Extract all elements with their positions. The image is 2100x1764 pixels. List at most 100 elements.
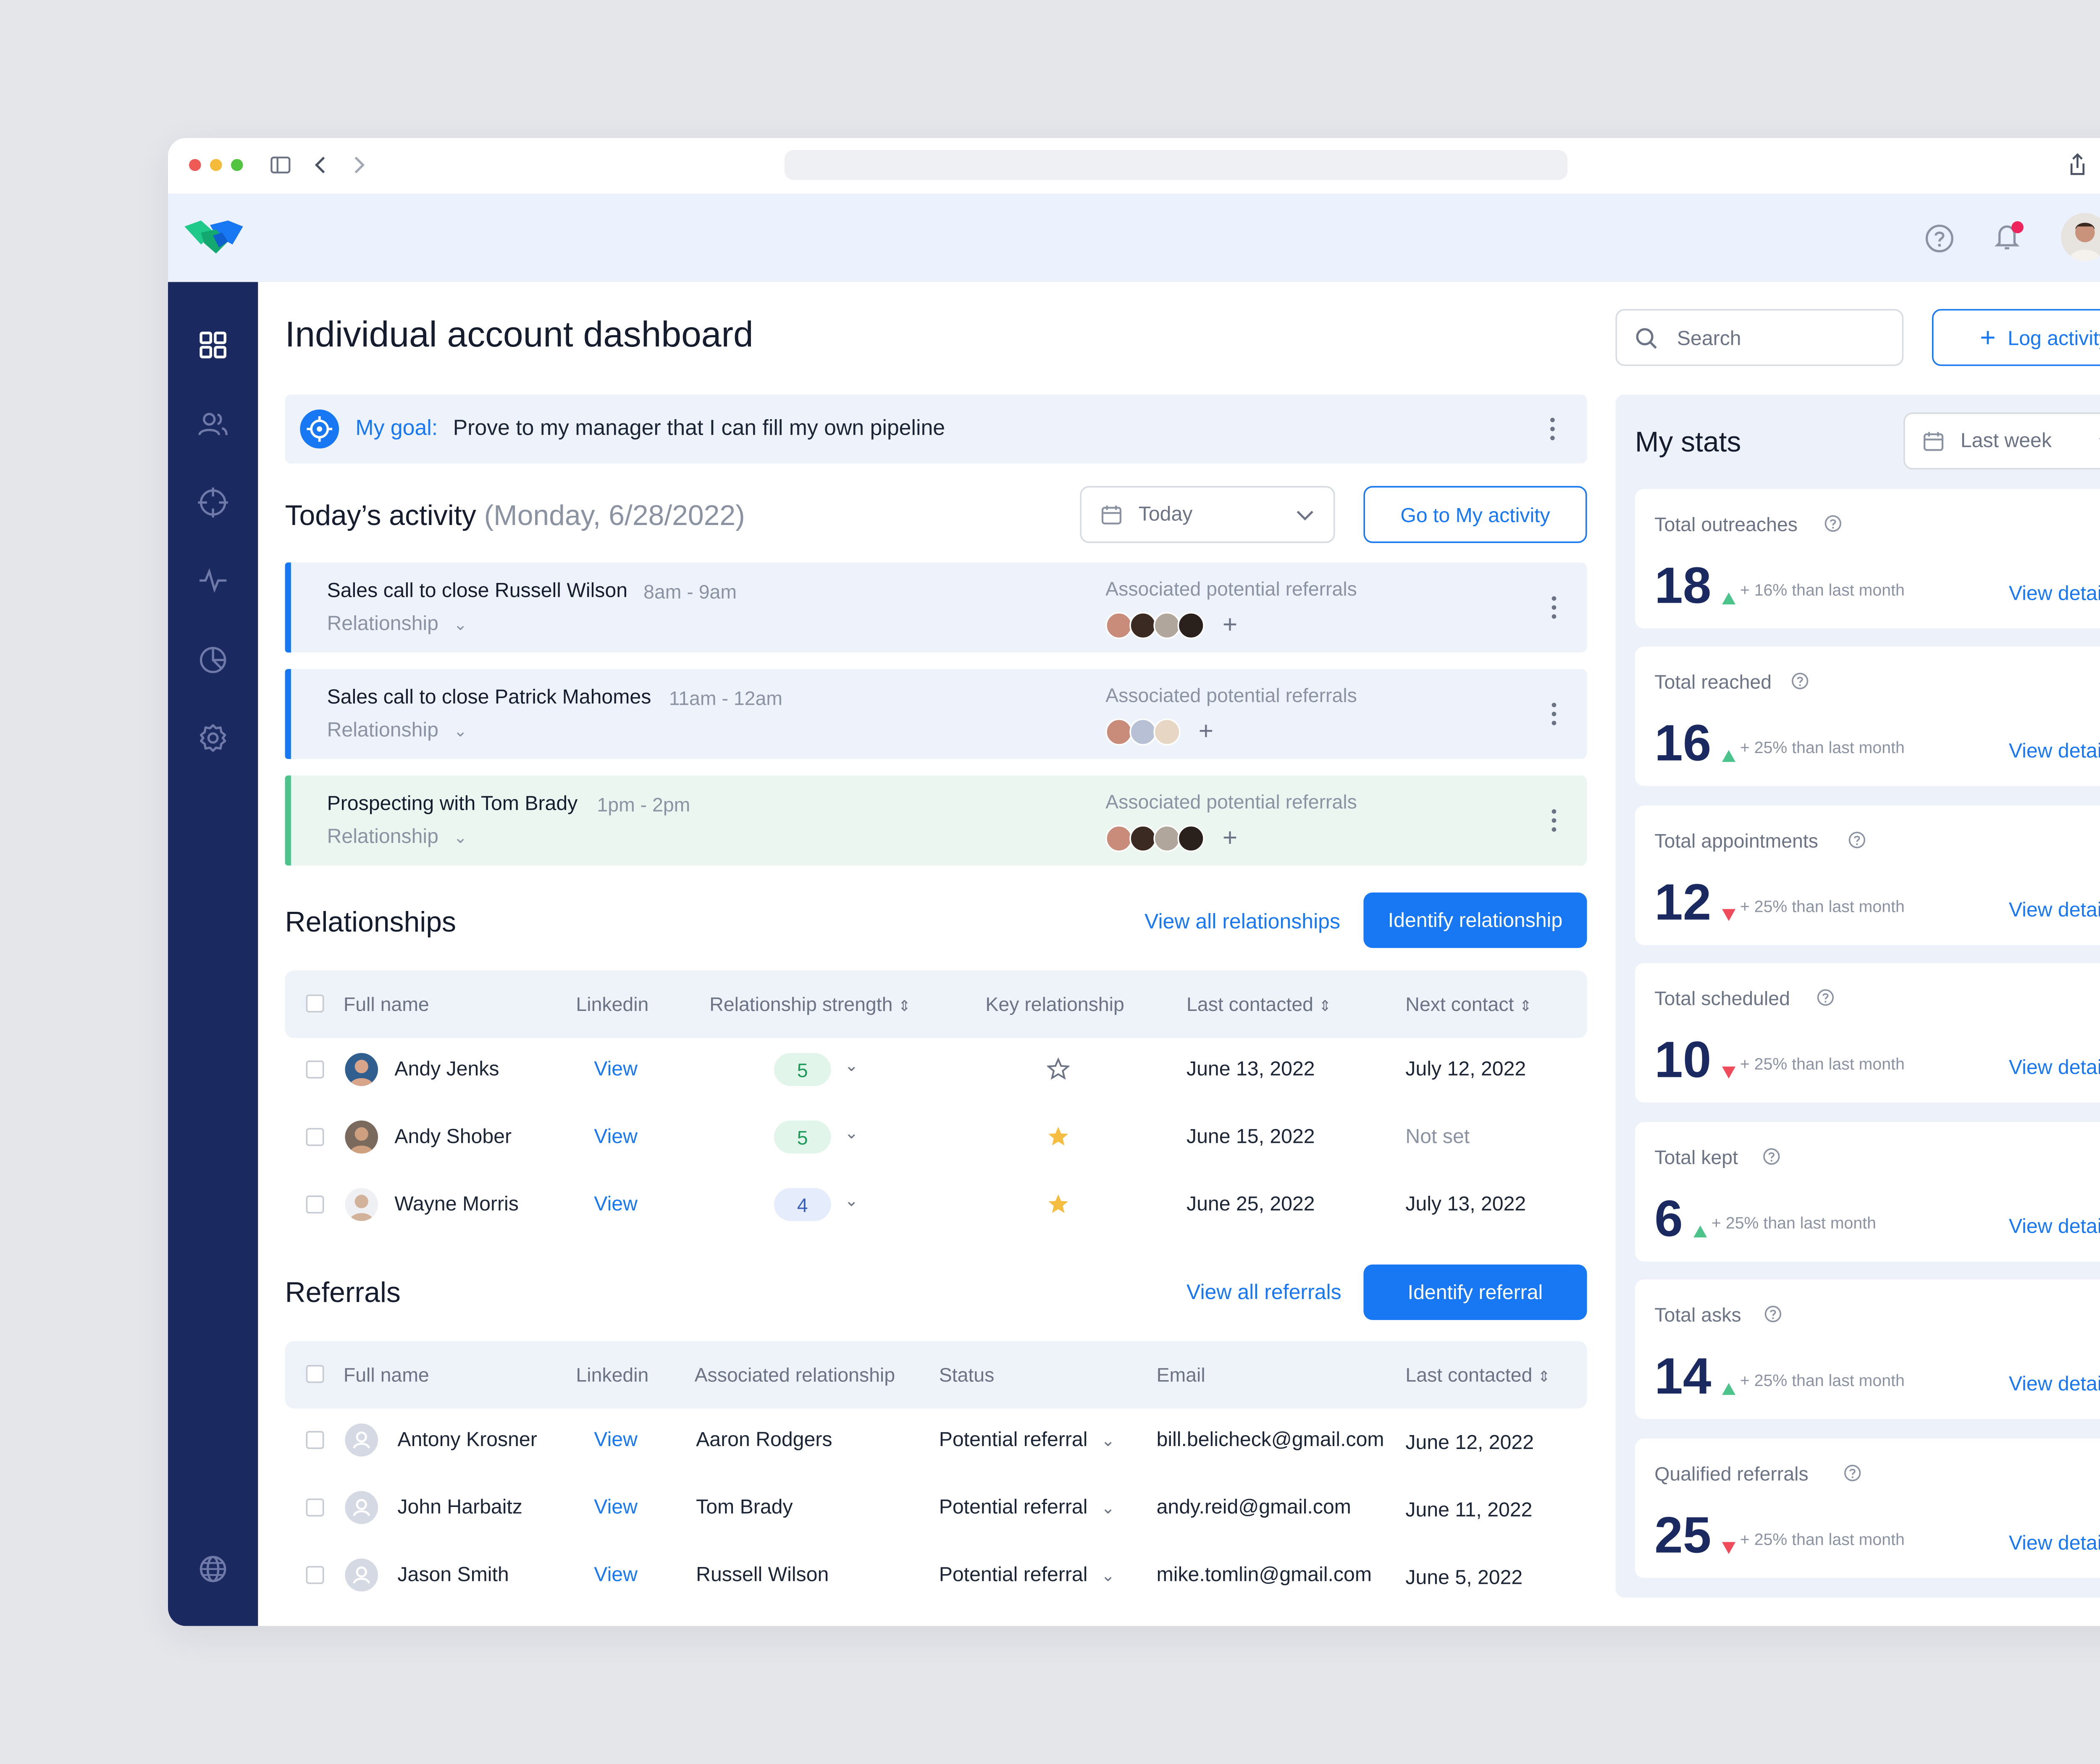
row-checkbox[interactable] <box>306 1566 324 1584</box>
settings-icon[interactable] <box>195 720 231 756</box>
status-select[interactable]: Potential referral ⌄ <box>939 1428 1115 1451</box>
status-select[interactable]: Potential referral ⌄ <box>939 1563 1115 1586</box>
more-icon[interactable] <box>1551 596 1557 620</box>
col-relationship-strength[interactable]: Relationship strength ⇕ <box>709 993 911 1016</box>
logo-icon[interactable] <box>183 218 246 257</box>
table-row[interactable]: Andy Jenks View 5 ⌄ June 13, 2022 July 12, 20… <box>285 1037 1587 1104</box>
referral-avatar[interactable] <box>1177 612 1205 639</box>
status-select[interactable]: Potential referral ⌄ <box>939 1496 1115 1518</box>
strength-badge[interactable]: 5 <box>774 1053 831 1086</box>
view-details-link[interactable]: View details <box>2009 582 2100 605</box>
activity-card[interactable]: Sales call to close Russell Wilson 8am - … <box>285 562 1587 653</box>
more-icon[interactable] <box>1551 702 1557 726</box>
view-details-link[interactable]: View details <box>2009 1056 2100 1079</box>
log-activity-button[interactable]: + Log activity <box>1932 309 2100 366</box>
add-referral-button[interactable]: + <box>1223 824 1237 853</box>
table-row[interactable]: Antony Krosner View Aaron Rodgers Potential… <box>285 1407 1587 1475</box>
activity-card[interactable]: Sales call to close Patrick Mahomes 11am … <box>285 669 1587 759</box>
view-all-referrals-link[interactable]: View all referrals <box>1186 1279 1341 1303</box>
referral-avatar[interactable] <box>1105 718 1133 746</box>
help-icon[interactable] <box>1824 513 1842 532</box>
more-icon[interactable] <box>1551 808 1557 832</box>
linkedin-link[interactable]: View <box>594 1563 638 1586</box>
date-filter-select[interactable]: Today <box>1080 486 1335 543</box>
view-details-link[interactable]: View details <box>2009 740 2100 762</box>
dashboard-icon[interactable] <box>195 327 231 363</box>
star-icon[interactable] <box>1047 1192 1070 1222</box>
help-icon[interactable] <box>1816 987 1835 1006</box>
referral-avatar[interactable] <box>1129 825 1157 852</box>
chevron-down-icon[interactable]: ⌄ <box>845 1124 858 1143</box>
referral-avatar[interactable] <box>1153 825 1181 852</box>
activity-type-select[interactable]: Relationship ⌄ <box>327 719 467 741</box>
table-row[interactable]: Andy Shober View 5 ⌄ June 15, 2022 Not set <box>285 1104 1587 1172</box>
help-icon[interactable] <box>1791 670 1809 690</box>
view-details-link[interactable]: View details <box>2009 1373 2100 1395</box>
select-all-checkbox[interactable] <box>306 1365 324 1383</box>
activity-card[interactable]: Prospecting with Tom Brady 1pm - 2pm Relat… <box>285 775 1587 866</box>
linkedin-link[interactable]: View <box>594 1192 638 1215</box>
identify-relationship-button[interactable]: Identify relationship <box>1363 892 1587 948</box>
strength-badge[interactable]: 4 <box>774 1188 831 1221</box>
col-last-contacted[interactable]: Last contacted ⇕ <box>1186 993 1331 1016</box>
period-select[interactable]: Last week <box>1903 412 2100 470</box>
view-details-link[interactable]: View details <box>2009 1215 2100 1238</box>
view-details-link[interactable]: View details <box>2009 898 2100 921</box>
view-details-link[interactable]: View details <box>2009 1531 2100 1554</box>
more-icon[interactable] <box>1549 417 1555 441</box>
col-next-contact[interactable]: Next contact ⇕ <box>1405 993 1532 1016</box>
table-row[interactable]: Jason Smith View Russell Wilson Potential r… <box>285 1542 1587 1609</box>
close-dot[interactable] <box>189 159 201 171</box>
globe-icon[interactable] <box>195 1551 231 1587</box>
target-icon[interactable] <box>195 485 231 521</box>
linkedin-link[interactable]: View <box>594 1125 638 1148</box>
activity-icon[interactable] <box>195 562 231 598</box>
share-icon[interactable] <box>2067 153 2088 177</box>
referral-avatar[interactable] <box>1153 718 1181 746</box>
table-row[interactable]: Wayne Morris View 4 ⌄ June 25, 2022 July 13, … <box>285 1171 1587 1239</box>
star-icon[interactable] <box>1047 1125 1070 1155</box>
forward-icon[interactable] <box>351 155 366 176</box>
help-icon[interactable] <box>1843 1462 1861 1481</box>
col-last-contacted[interactable]: Last contacted ⇕ <box>1405 1363 1550 1386</box>
chevron-down-icon[interactable]: ⌄ <box>845 1191 858 1210</box>
bell-icon[interactable] <box>1992 220 2025 254</box>
referral-avatar[interactable] <box>1177 825 1205 852</box>
activity-type-select[interactable]: Relationship ⌄ <box>327 612 467 635</box>
table-row[interactable]: John Harbaitz View Tom Brady Potential refe… <box>285 1475 1587 1542</box>
search-input[interactable]: Search <box>1615 309 1904 366</box>
email[interactable]: andy.reid@gmail.com <box>1157 1496 1351 1518</box>
identify-referral-button[interactable]: Identify referral <box>1363 1264 1587 1320</box>
chevron-down-icon[interactable]: ⌄ <box>845 1056 858 1076</box>
referral-avatar[interactable] <box>1129 612 1157 639</box>
help-icon[interactable] <box>1924 223 1954 253</box>
help-icon[interactable] <box>1764 1304 1782 1323</box>
people-icon[interactable] <box>195 407 231 443</box>
star-icon[interactable] <box>1046 1057 1071 1087</box>
row-checkbox[interactable] <box>306 1195 324 1214</box>
linkedin-link[interactable]: View <box>594 1058 638 1080</box>
row-checkbox[interactable] <box>306 1060 324 1079</box>
strength-badge[interactable]: 5 <box>774 1120 831 1154</box>
go-to-activity-button[interactable]: Go to My activity <box>1363 486 1587 543</box>
select-all-checkbox[interactable] <box>306 994 324 1013</box>
activity-type-select[interactable]: Relationship ⌄ <box>327 825 467 848</box>
row-checkbox[interactable] <box>306 1498 324 1517</box>
address-bar[interactable] <box>784 150 1568 180</box>
back-icon[interactable] <box>313 155 328 176</box>
row-checkbox[interactable] <box>306 1431 324 1449</box>
email[interactable]: mike.tomlin@gmail.com <box>1157 1563 1372 1586</box>
help-icon[interactable] <box>1762 1146 1780 1165</box>
view-all-relationships-link[interactable]: View all relationships <box>1144 909 1340 933</box>
pie-chart-icon[interactable] <box>195 642 231 678</box>
avatar[interactable] <box>2061 213 2100 261</box>
referral-avatar[interactable] <box>1129 718 1157 746</box>
linkedin-link[interactable]: View <box>594 1428 638 1451</box>
sidebar-toggle-icon[interactable] <box>270 155 291 176</box>
row-checkbox[interactable] <box>306 1128 324 1146</box>
referral-avatar[interactable] <box>1153 612 1181 639</box>
referral-avatar[interactable] <box>1105 825 1133 852</box>
minimize-dot[interactable] <box>210 159 222 171</box>
email[interactable]: bill.belicheck@gmail.com <box>1157 1428 1384 1451</box>
add-referral-button[interactable]: + <box>1223 611 1237 640</box>
